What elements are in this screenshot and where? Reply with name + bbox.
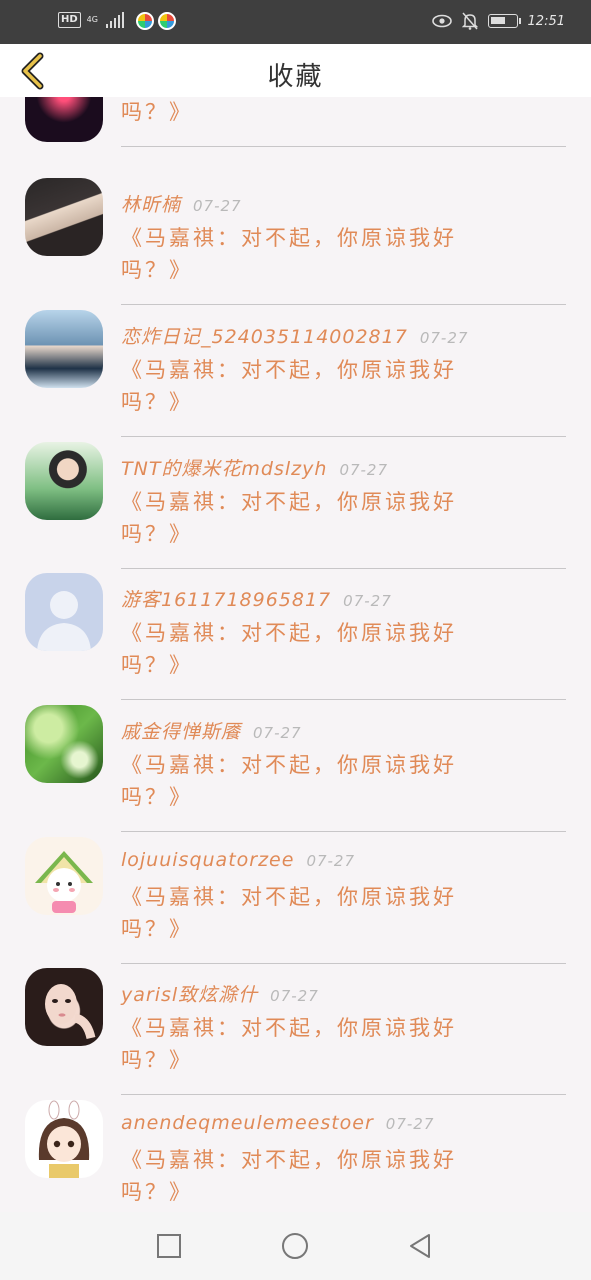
item-divider [121,1094,566,1095]
battery-fill [490,17,505,24]
username[interactable]: yarisl致炫滁什 [121,984,258,1006]
item-divider [121,963,566,964]
list-item[interactable]: 恋炸日记_524035114002817 07-27 《马嘉祺：对不起，你原谅我好吗… [0,310,591,441]
item-meta: anendeqmeulemeestoer 07-27 [121,1112,434,1134]
girl-photo-avatar-icon [45,984,96,1040]
battery-icon [487,14,521,28]
favorite-message[interactable]: 《马嘉祺：对不起，你原谅我好吗？》 [121,97,511,128]
post-date: 07-27 [270,987,319,1005]
status-time: 12:51 [527,13,565,29]
list-item[interactable]: anendeqmeulemeestoer 07-27 《马嘉祺：对不起，你原谅我好吗… [0,1100,591,1212]
anime-girl-avatar-icon [38,1100,90,1178]
item-divider [121,436,566,437]
favorite-message[interactable]: 《马嘉祺：对不起，你原谅我好吗？》 [121,1144,511,1208]
eye-icon [431,14,452,28]
avatar[interactable] [25,97,103,142]
username[interactable]: 游客1611718965817 [121,589,331,611]
item-divider [121,146,566,147]
favorite-message[interactable]: 《马嘉祺：对不起，你原谅我好吗？》 [121,354,511,418]
home-icon[interactable] [281,1232,309,1260]
app-notification-icon [136,12,154,30]
item-meta: 戚金得惮斯餍 07-27 [121,717,302,744]
avatar[interactable] [25,968,103,1046]
page-title: 收藏 [267,62,324,92]
back-icon[interactable] [406,1232,434,1260]
post-date: 07-27 [339,461,389,479]
system-nav-bar [0,1212,591,1280]
username[interactable]: lojuuisquatorzee [121,849,294,871]
item-divider [121,568,566,569]
recent-apps-icon[interactable] [155,1232,183,1260]
post-date: 07-27 [343,592,392,610]
favorite-message[interactable]: 《马嘉祺：对不起，你原谅我好吗？》 [121,1012,511,1076]
default-avatar-icon [37,591,91,651]
list-item[interactable]: yarisl致炫滁什 07-27 《马嘉祺：对不起，你原谅我好吗？》 [0,968,591,1099]
mute-bell-icon [461,12,478,30]
favorite-message[interactable]: 《马嘉祺：对不起，你原谅我好吗？》 [121,486,511,550]
username[interactable]: 戚金得惮斯餍 [121,721,241,743]
list-item[interactable]: lojuuisquatorzee 07-27 《马嘉祺：对不起，你原谅我好吗？》 [0,837,591,968]
notification-icons [136,12,176,30]
avatar[interactable] [25,573,103,651]
favorite-message[interactable]: 《马嘉祺：对不起，你原谅我好吗？》 [121,749,511,813]
signal-icon [105,12,124,28]
status-right: 12:51 [431,12,565,30]
post-date: 07-27 [306,852,356,870]
hd-badge: HD [58,12,81,28]
network-label: 4G [86,15,98,24]
list-item[interactable]: TNT的爆米花mdslzyh 07-27 《马嘉祺：对不起，你原谅我好吗？》 [0,442,591,573]
post-date: 07-27 [193,197,242,215]
post-date: 07-27 [385,1115,435,1133]
item-meta: 游客1611718965817 07-27 [121,585,392,612]
username[interactable]: 林昕楠 [121,194,181,216]
favorite-message[interactable]: 《马嘉祺：对不起，你原谅我好吗？》 [121,881,511,945]
favorites-list[interactable]: 《马嘉祺：对不起，你原谅我好吗？》林昕楠07-27《马嘉祺：对不起，你原谅我好吗… [0,97,591,1212]
list-item[interactable]: 戚金得惮斯餍 07-27 《马嘉祺：对不起，你原谅我好吗？》 [0,705,591,836]
favorite-message[interactable]: 《马嘉祺：对不起，你原谅我好吗？》 [121,222,511,286]
app-notification-icon [158,12,176,30]
item-meta: lojuuisquatorzee 07-27 [121,849,355,871]
title-bar: 收藏 [0,44,591,97]
avatar[interactable] [25,705,103,783]
item-meta: 林昕楠 07-27 [121,190,242,217]
status-left: HD 4G [58,12,124,28]
watermelon-avatar-icon [35,851,93,913]
list-item[interactable]: 林昕楠 07-27 《马嘉祺：对不起，你原谅我好吗？》 [0,178,591,309]
item-meta: yarisl致炫滁什 07-27 [121,980,319,1007]
avatar[interactable] [25,310,103,388]
username[interactable]: TNT的爆米花mdslzyh [121,458,327,480]
username[interactable]: 恋炸日记_524035114002817 [121,326,408,348]
item-meta: TNT的爆米花mdslzyh 07-27 [121,454,388,481]
favorite-message[interactable]: 《马嘉祺：对不起，你原谅我好吗？》 [121,617,511,681]
item-divider [121,831,566,832]
list-item[interactable]: 游客1611718965817 07-27 《马嘉祺：对不起，你原谅我好吗？》 [0,573,591,704]
item-divider [121,304,566,305]
avatar[interactable] [25,442,103,520]
item-meta: 恋炸日记_524035114002817 07-27 [121,322,468,349]
username[interactable]: anendeqmeulemeestoer [121,1112,374,1134]
avatar[interactable] [25,837,103,915]
item-divider [121,699,566,700]
avatar[interactable] [25,1100,103,1178]
post-date: 07-27 [253,724,302,742]
avatar[interactable] [25,178,103,256]
status-bar: HD 4G 12:51 [0,0,591,44]
post-date: 07-27 [419,329,469,347]
